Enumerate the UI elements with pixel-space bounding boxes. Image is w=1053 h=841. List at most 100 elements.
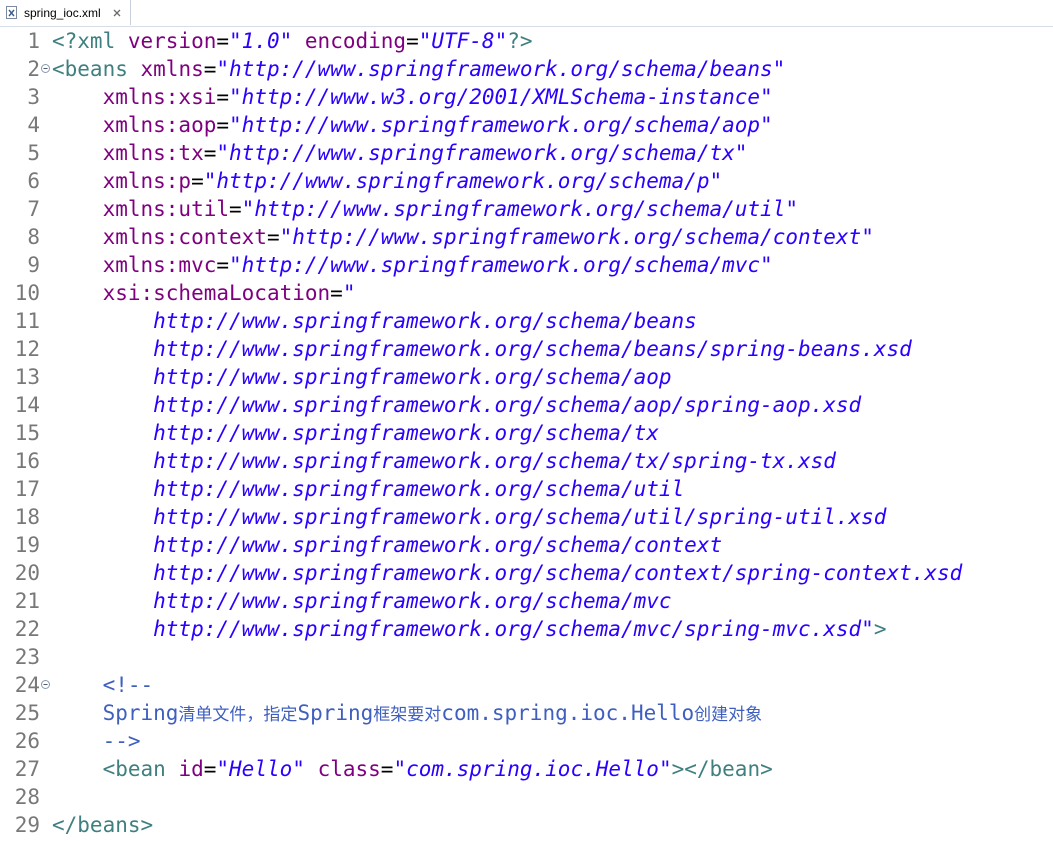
line-number: 26 [14, 729, 40, 753]
code-token: = [216, 253, 230, 277]
editor-tab[interactable]: spring_ioc.xml [0, 0, 131, 25]
code-token: http://www.springframework.org/schema/ut… [52, 505, 887, 529]
code-token: com.spring.ioc.Hello [441, 701, 695, 725]
code-token: = [406, 29, 419, 53]
code-token: = [191, 169, 204, 193]
line-number: 15 [14, 421, 40, 445]
code-token: = [330, 281, 343, 305]
code-token: = [216, 85, 230, 109]
line-content: http://www.springframework.org/schema/ut… [52, 475, 684, 503]
code-token: --> [52, 729, 141, 753]
line-number: 7 [27, 197, 40, 221]
code-line[interactable]: 25 Spring清单文件，指定Spring框架要对com.spring.ioc… [0, 699, 1053, 727]
line-number: 19 [14, 533, 40, 557]
code-line[interactable]: 7 xmlns:util="http://www.springframework… [0, 195, 1053, 223]
code-line[interactable]: 28 [0, 783, 1053, 811]
code-token: http://www.springframework.org/schema/ao… [52, 393, 862, 417]
line-content: <?xml version="1.0" encoding="UTF-8"?> [52, 27, 533, 55]
line-number: 9 [27, 253, 40, 277]
line-number: 16 [14, 449, 40, 473]
code-token: = [203, 57, 217, 81]
code-line[interactable]: 26 --> [0, 727, 1053, 755]
line-number: 29 [14, 813, 40, 837]
code-token: = [203, 757, 217, 781]
code-line[interactable]: 19 http://www.springframework.org/schema… [0, 531, 1053, 559]
code-line[interactable]: 8 xmlns:context="http://www.springframew… [0, 223, 1053, 251]
line-number: 18 [14, 505, 40, 529]
code-token: "http://www.springframework.org/schema/t… [216, 141, 748, 165]
code-line[interactable]: 3 xmlns:xsi="http://www.w3.org/2001/XMLS… [0, 83, 1053, 111]
code-line[interactable]: 11 http://www.springframework.org/schema… [0, 307, 1053, 335]
code-token: = [203, 141, 217, 165]
fold-toggle-icon[interactable] [41, 680, 50, 689]
line-number: 21 [14, 589, 40, 613]
code-token: xmlns:context [102, 225, 267, 249]
code-line[interactable]: 24 <!-- [0, 671, 1053, 699]
line-content: xmlns:mvc="http://www.springframework.or… [52, 251, 773, 279]
line-content: http://www.springframework.org/schema/tx [52, 419, 659, 447]
line-content: http://www.springframework.org/schema/ut… [52, 503, 886, 531]
line-number: 27 [14, 757, 40, 781]
code-line[interactable]: 4 xmlns:aop="http://www.springframework.… [0, 111, 1053, 139]
line-number: 20 [14, 561, 40, 585]
code-token: xsi:schemaLocation [102, 281, 331, 305]
code-line[interactable]: 9 xmlns:mvc="http://www.springframework.… [0, 251, 1053, 279]
code-line[interactable]: 23 [0, 643, 1053, 671]
line-content: http://www.springframework.org/schema/mv… [52, 587, 671, 615]
code-line[interactable]: 27 <bean id="Hello" class="com.spring.io… [0, 755, 1053, 783]
code-line[interactable]: 21 http://www.springframework.org/schema… [0, 587, 1053, 615]
line-content: http://www.springframework.org/schema/co… [52, 531, 722, 559]
code-line[interactable]: 13 http://www.springframework.org/schema… [0, 363, 1053, 391]
code-line[interactable]: 1 <?xml version="1.0" encoding="UTF-8"?> [0, 27, 1053, 55]
code-line[interactable]: 6 xmlns:p="http://www.springframework.or… [0, 167, 1053, 195]
code-token: xmlns:aop [102, 113, 217, 137]
code-line[interactable]: 5 xmlns:tx="http://www.springframework.o… [0, 139, 1053, 167]
code-line[interactable]: 16 http://www.springframework.org/schema… [0, 447, 1053, 475]
code-token: " [342, 281, 356, 305]
xml-editor[interactable]: spring_ioc.xml 1 <?xml version="1.0" enco… [0, 0, 1053, 841]
code-line[interactable]: 15 http://www.springframework.org/schema… [0, 419, 1053, 447]
code-line[interactable]: 22 http://www.springframework.org/schema… [0, 615, 1053, 643]
code-line[interactable]: 29 </beans> [0, 811, 1053, 839]
code-line[interactable]: 18 http://www.springframework.org/schema… [0, 503, 1053, 531]
code-token: "http://www.springframework.org/schema/m… [229, 253, 773, 277]
code-line[interactable]: 20 http://www.springframework.org/schema… [0, 559, 1053, 587]
line-content: http://www.springframework.org/schema/co… [52, 559, 962, 587]
code-line[interactable]: 17 http://www.springframework.org/schema… [0, 475, 1053, 503]
code-token: http://www.springframework.org/schema/be… [52, 337, 912, 361]
code-token: = [380, 757, 394, 781]
code-token: "http://www.springframework.org/schema/c… [279, 225, 874, 249]
code-line[interactable]: 14 http://www.springframework.org/schema… [0, 391, 1053, 419]
line-content: xsi:schemaLocation=" [52, 279, 356, 307]
close-icon[interactable] [111, 7, 123, 19]
line-content: http://www.springframework.org/schema/be… [52, 307, 697, 335]
code-area[interactable]: 1 <?xml version="1.0" encoding="UTF-8"?> 2… [0, 27, 1053, 841]
code-token: http://www.springframework.org/schema/mv… [52, 617, 874, 641]
code-token: http://www.springframework.org/schema/ut… [52, 477, 685, 501]
code-token: "1.0" [229, 29, 293, 53]
fold-toggle-icon[interactable] [41, 64, 50, 73]
code-token: "Hello" [216, 757, 305, 781]
code-token: = [216, 113, 230, 137]
code-line[interactable]: 12 http://www.springframework.org/schema… [0, 335, 1053, 363]
code-token: </beans> [52, 813, 154, 837]
code-token: http://www.springframework.org/schema/co… [52, 561, 963, 585]
code-token: http://www.springframework.org/schema/ao… [52, 365, 672, 389]
line-number: 12 [14, 337, 40, 361]
line-number: 2 [27, 57, 40, 81]
editor-tab-bar: spring_ioc.xml [0, 0, 1053, 27]
line-content: http://www.springframework.org/schema/ao… [52, 391, 861, 419]
code-line[interactable]: 2 <beans xmlns="http://www.springframewor… [0, 55, 1053, 83]
code-token: "http://www.springframework.org/schema/p… [203, 169, 723, 193]
xml-file-icon [6, 6, 18, 19]
code-line[interactable]: 10 xsi:schemaLocation=" [0, 279, 1053, 307]
